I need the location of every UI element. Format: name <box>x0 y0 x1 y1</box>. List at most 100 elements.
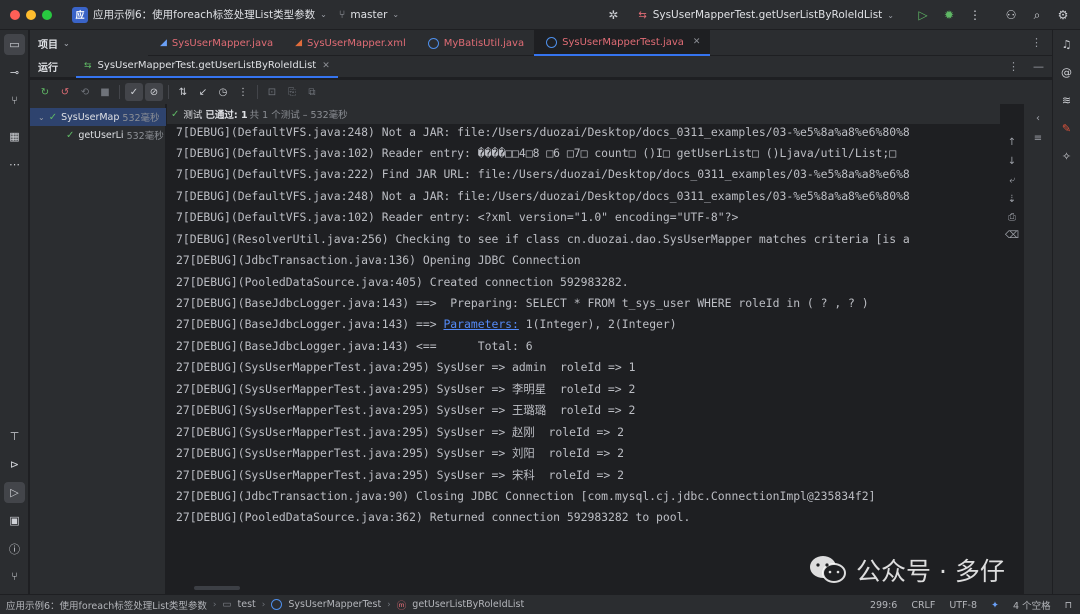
run-tool-header: 运行 ⇆ SysUserMapperTest.getUserListByRole… <box>30 56 1052 78</box>
gradle-icon[interactable]: ✧ <box>1056 146 1077 167</box>
notifications-icon[interactable]: ♫ <box>1056 34 1077 55</box>
run-tab[interactable]: ⇆ SysUserMapperTest.getUserListByRoleIdL… <box>76 56 338 78</box>
project-name[interactable]: 应用示例6：使用foreach标签处理List类型参数 <box>93 7 315 22</box>
file-encoding[interactable]: UTF-8 <box>949 600 977 611</box>
import-tests-icon[interactable]: ↙ <box>194 83 212 101</box>
tab-label: SysUserMapper.java <box>171 37 274 49</box>
stop-icon[interactable]: ■ <box>96 83 114 101</box>
expand-icon[interactable]: ⋮ <box>234 83 252 101</box>
breadcrumb-item[interactable]: SysUserMapperTest <box>288 599 381 610</box>
show-ignored-icon[interactable]: ⊘ <box>145 83 163 101</box>
test-tree-root[interactable]: ⌄ ✓ SysUserMap 532毫秒 <box>30 108 166 126</box>
test-duration: 532毫秒 <box>126 131 164 142</box>
chevron-down-icon[interactable]: ⌄ <box>392 10 399 19</box>
watermark: 公众号 · 多仔 <box>808 552 1005 588</box>
run-right-stripe: ‹ ≡ <box>1024 104 1052 594</box>
chevron-right-icon: › <box>261 599 266 610</box>
more-icon[interactable]: ⋮ <box>964 4 986 26</box>
test-class-label: SysUserMap <box>61 111 120 123</box>
rerun-icon[interactable]: ↻ <box>36 83 54 101</box>
console-line: 27[DEBUG](PooledDataSource.java:405) Cre… <box>176 275 629 289</box>
chevron-down-icon[interactable]: ⌄ <box>320 10 327 19</box>
folder-icon[interactable]: ▭ <box>4 34 25 55</box>
bug-icon[interactable]: ✲ <box>602 4 624 26</box>
project-panel-header[interactable]: 项目 ⌄ <box>30 30 148 56</box>
history-icon[interactable]: ◷ <box>214 83 232 101</box>
chevron-down-icon: ⌄ <box>887 10 894 20</box>
terminal-icon[interactable]: ▣ <box>4 510 25 531</box>
breadcrumb-item[interactable]: test <box>238 599 256 610</box>
lock-icon[interactable]: ⊓ <box>1065 600 1072 611</box>
gear-icon[interactable]: ⚙ <box>1052 4 1074 26</box>
hammer-icon[interactable]: ⊤ <box>4 426 25 447</box>
console-line: 27[DEBUG](SysUserMapperTest.java:295) Sy… <box>176 425 624 439</box>
line-separator[interactable]: CRLF <box>911 600 935 611</box>
close-tab-icon[interactable]: ✕ <box>693 37 701 47</box>
class-icon <box>271 599 283 610</box>
editor-tab-active[interactable]: SysUserMapperTest.java ✕ <box>534 30 711 56</box>
export-icon[interactable]: ⎘ <box>283 83 301 101</box>
minimize-panel-icon[interactable]: — <box>1033 60 1044 73</box>
sort-icon[interactable]: ⇅ <box>174 83 192 101</box>
problems-icon[interactable]: ⓘ <box>4 538 25 559</box>
pull-request-icon[interactable]: ⑂ <box>4 90 25 111</box>
more-icon[interactable]: ⋮ <box>1008 60 1019 73</box>
branch-name[interactable]: master <box>350 9 387 21</box>
test-pass-icon: ✓ <box>66 129 75 141</box>
breadcrumb-item[interactable]: 应用示例6：使用foreach标签处理List类型参数 <box>6 598 207 612</box>
run-icon[interactable]: ▷ <box>912 4 934 26</box>
watermark-text: 公众号 · 多仔 <box>856 557 1005 586</box>
show-passed-icon[interactable]: ✓ <box>125 83 143 101</box>
arrow-up-icon[interactable]: ↑ <box>1004 134 1020 150</box>
scroll-to-end-icon[interactable]: ⇣ <box>1004 191 1020 207</box>
ai-assistant-icon[interactable]: @ <box>1056 62 1077 83</box>
trash-icon[interactable]: ⌫ <box>1004 227 1020 243</box>
chevron-left-icon[interactable]: ‹ <box>1030 110 1046 126</box>
soft-wrap-icon[interactable]: ⤶ <box>1004 172 1020 188</box>
indent-setting[interactable]: 4 个空格 <box>1013 598 1051 612</box>
search-icon[interactable]: ⌕ <box>1026 4 1048 26</box>
horizontal-scrollbar[interactable] <box>194 586 240 590</box>
editor-tab[interactable]: ◢ SysUserMapper.java <box>148 30 283 56</box>
git-icon[interactable]: ⑂ <box>4 566 25 587</box>
run-toolbar: ↻ ↺ ⟲ ■ ✓ ⊘ ⇅ ↙ ◷ ⋮ ⊡ ⎘ ⧉ <box>30 80 1052 104</box>
test-tree-child[interactable]: ✓ getUserLi 532毫秒 <box>30 126 166 144</box>
tabs-more-icon[interactable]: ⋮ <box>1031 36 1042 49</box>
editor-tab[interactable]: ◢ SysUserMapper.xml <box>283 30 416 56</box>
screenshot-icon[interactable]: ⊡ <box>263 83 281 101</box>
database-icon[interactable]: ≋ <box>1056 90 1077 111</box>
console-line: 7[DEBUG](DefaultVFS.java:248) Not a JAR:… <box>176 189 910 203</box>
rerun-failed-icon[interactable]: ↺ <box>56 83 74 101</box>
cursor-position[interactable]: 299:6 <box>870 600 897 611</box>
close-window-button[interactable] <box>10 9 20 20</box>
branch-icon: ⑂ <box>338 8 346 21</box>
console-line: 27[DEBUG](SysUserMapperTest.java:295) Sy… <box>176 446 624 460</box>
parameters-link[interactable]: Parameters: <box>443 317 518 331</box>
run-tool-icon[interactable]: ▷ <box>4 482 25 503</box>
breadcrumb-item[interactable]: getUserListByRoleIdList <box>412 599 524 610</box>
debug-icon[interactable]: ✹ <box>938 4 960 26</box>
project-badge[interactable]: 应 <box>72 6 88 23</box>
chevron-down-icon[interactable]: ⌄ <box>38 113 45 122</box>
minimize-window-button[interactable] <box>26 9 36 20</box>
details-icon[interactable]: ≡ <box>1030 130 1046 146</box>
structure-icon[interactable]: ▦ <box>4 126 25 147</box>
arrow-down-icon[interactable]: ↓ <box>1004 153 1020 169</box>
run-config-selector[interactable]: ⇆ SysUserMapperTest.getUserListByRoleIdL… <box>638 9 894 21</box>
console-line: 27[DEBUG](SysUserMapperTest.java:295) Sy… <box>176 403 636 417</box>
test-status-line: ✓ 测试 已通过: 1 共 1 个测试 – 532毫秒 <box>167 104 1000 124</box>
maximize-window-button[interactable] <box>42 9 52 20</box>
ai-status-icon[interactable]: ✦ <box>991 600 999 611</box>
folder-icon: ▭ <box>222 599 232 610</box>
close-tab-icon[interactable]: ✕ <box>322 61 330 71</box>
print-icon[interactable]: ⎙ <box>1004 209 1020 225</box>
maven-icon[interactable]: ✎ <box>1056 118 1077 139</box>
add-user-icon[interactable]: ⚇ <box>1000 4 1022 26</box>
more-horizontal-icon[interactable]: ⋯ <box>4 154 25 175</box>
editor-tab[interactable]: MyBatisUtil.java <box>416 30 534 56</box>
console-output[interactable]: 7[DEBUG](DefaultVFS.java:248) Not a JAR:… <box>167 124 1000 590</box>
toggle-auto-test-icon[interactable]: ⟲ <box>76 83 94 101</box>
services-icon[interactable]: ⊳ <box>4 454 25 475</box>
copy-icon[interactable]: ⧉ <box>303 83 321 101</box>
commit-icon[interactable]: ⊸ <box>4 62 25 83</box>
